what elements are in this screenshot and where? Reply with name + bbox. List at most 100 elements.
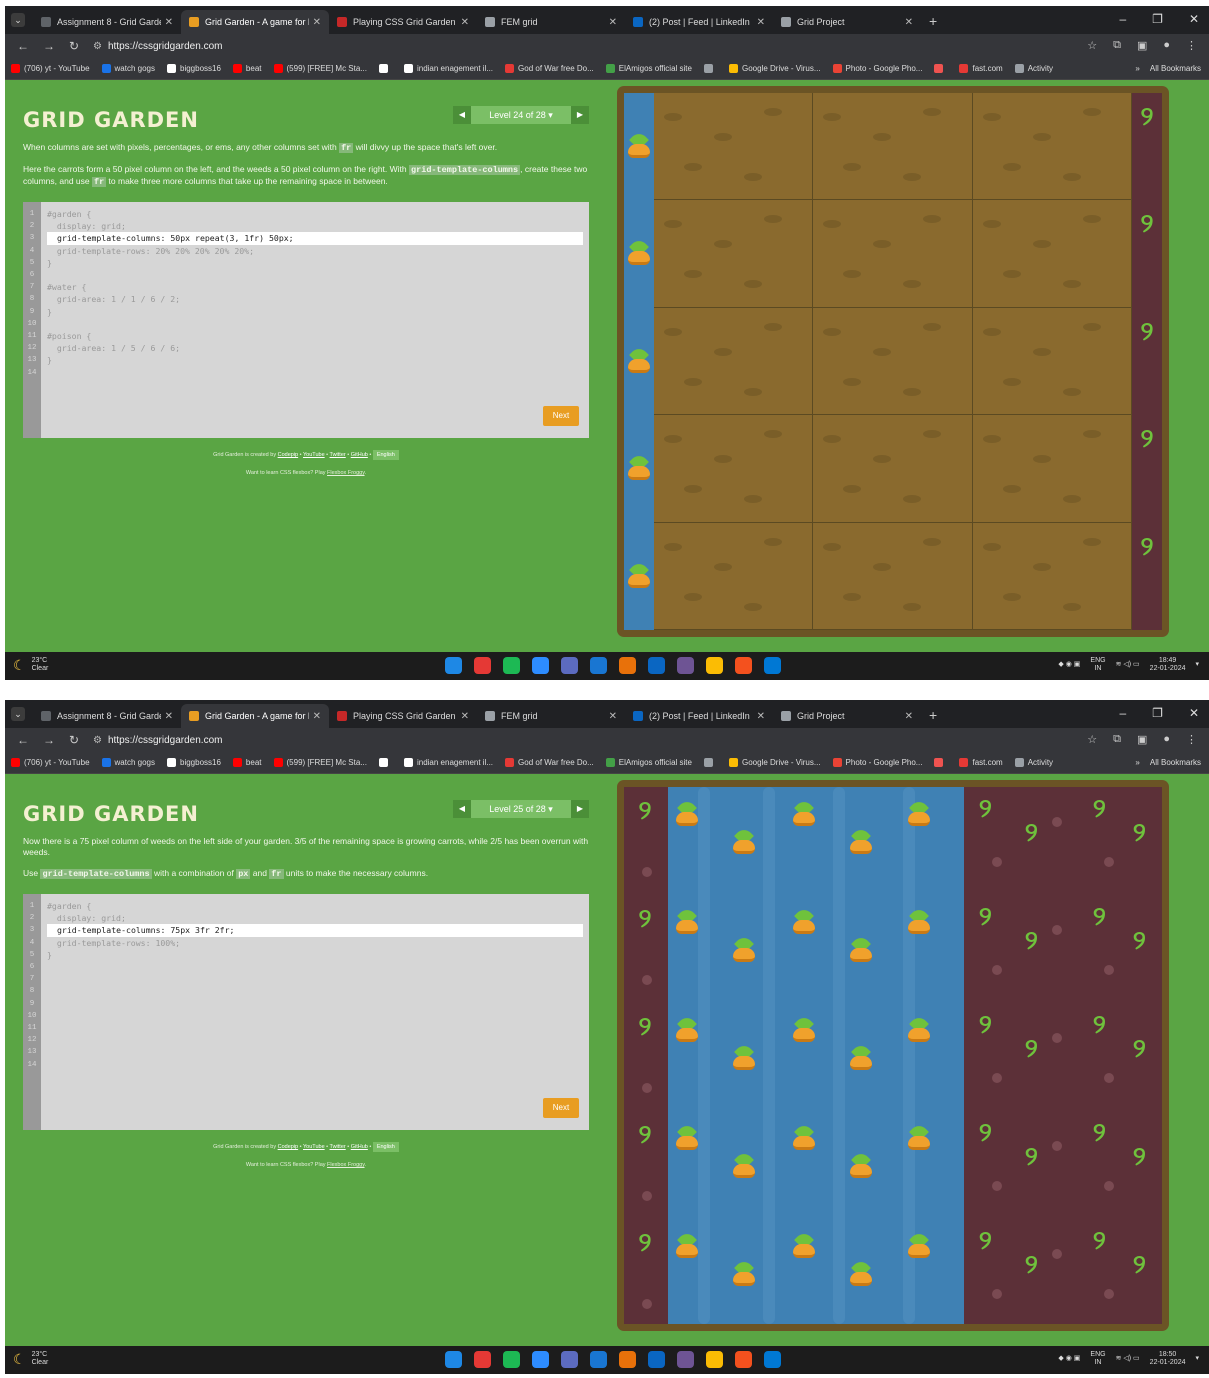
all-bookmarks-button[interactable]: All Bookmarks [1150, 758, 1201, 767]
minimize-icon[interactable]: – [1119, 706, 1126, 720]
bookmark-item[interactable]: biggboss16 [167, 64, 221, 73]
close-window-icon[interactable]: ✕ [1189, 706, 1199, 720]
bookmark-item[interactable]: fast.com [959, 758, 1003, 767]
reload-icon[interactable]: ↻ [69, 733, 83, 747]
zoom-icon[interactable] [532, 1351, 549, 1368]
clock[interactable]: 18:50 22-01-2024 [1150, 1351, 1186, 1367]
bookmark-item[interactable]: Google Drive - Virus... [728, 64, 821, 73]
chrome-alt-icon[interactable] [619, 657, 636, 674]
bookmark-item[interactable]: (599) [FREE] Mc Sta... [273, 64, 367, 73]
github-link[interactable]: GitHub [351, 1144, 368, 1150]
tab-close-icon[interactable]: ✕ [461, 711, 469, 722]
tab-close-icon[interactable]: ✕ [757, 17, 765, 28]
tray-icons[interactable]: ◆ ◉ ▣ [1058, 1355, 1080, 1363]
all-bookmarks-button[interactable]: All Bookmarks [1150, 64, 1201, 73]
restore-icon[interactable]: ❐ [1152, 706, 1163, 720]
bookmark-item[interactable]: beat [232, 758, 262, 767]
browser-tab[interactable]: Grid Project ✕ [773, 704, 921, 728]
app-icon[interactable] [561, 657, 578, 674]
bookmark-item[interactable]: biggboss16 [167, 758, 221, 767]
bookmark-item[interactable]: indian enagement il... [403, 758, 493, 767]
url-field[interactable]: ⚙ https://cssgridgarden.com [93, 37, 222, 55]
chrome-icon[interactable] [706, 657, 723, 674]
chrome-alt-icon[interactable] [619, 1351, 636, 1368]
browser-tab[interactable]: (2) Post | Feed | LinkedIn ✕ [625, 10, 773, 34]
bookmark-item[interactable]: God of War free Do... [505, 758, 594, 767]
reload-icon[interactable]: ↻ [69, 39, 83, 53]
browser-tab[interactable]: (2) Post | Feed | LinkedIn ✕ [625, 704, 773, 728]
input-language[interactable]: ENG IN [1090, 657, 1105, 673]
level-indicator[interactable]: Level 24 of 28 ▾ [489, 110, 553, 121]
sidepanel-icon[interactable]: ▣ [1137, 39, 1147, 52]
minimize-icon[interactable]: – [1119, 12, 1126, 26]
browser-tab[interactable]: Grid Garden - A game for learn ✕ [181, 704, 329, 728]
back-icon[interactable]: ← [17, 39, 31, 53]
level-nav[interactable]: ◀ Level 25 of 28 ▾ ▶ [453, 800, 589, 818]
app-icon[interactable] [561, 1351, 578, 1368]
tab-close-icon[interactable]: ✕ [313, 17, 321, 28]
level-indicator[interactable]: Level 25 of 28 ▾ [489, 804, 553, 815]
steam-icon[interactable] [590, 657, 607, 674]
more-bookmarks-icon[interactable]: » [1135, 758, 1139, 767]
close-window-icon[interactable]: ✕ [1189, 12, 1199, 26]
bookmark-star-icon[interactable]: ☆ [1087, 39, 1097, 52]
new-tab-button[interactable]: + [929, 707, 937, 723]
bookmark-item[interactable]: Photo - Google Pho... [832, 64, 922, 73]
site-info-icon[interactable]: ⚙ [93, 735, 102, 746]
new-tab-button[interactable]: + [929, 13, 937, 29]
windows-start-icon[interactable] [445, 657, 462, 674]
bookmark-item[interactable]: ElAmigos official site [605, 758, 692, 767]
profile-icon[interactable]: ● [1163, 39, 1170, 52]
bookmark-item[interactable]: Activity [1014, 64, 1053, 73]
tab-close-icon[interactable]: ✕ [609, 711, 617, 722]
spotify-icon[interactable] [503, 657, 520, 674]
tab-close-icon[interactable]: ✕ [757, 711, 765, 722]
next-button[interactable]: Next [543, 1098, 579, 1118]
browser-tab[interactable]: FEM grid ✕ [477, 704, 625, 728]
level-nav[interactable]: ◀ Level 24 of 28 ▾ ▶ [453, 106, 589, 124]
figma-icon[interactable] [735, 657, 752, 674]
youtube-link[interactable]: YouTube [303, 452, 325, 458]
browser-tab[interactable]: Assignment 8 - Grid Garden ✕ [33, 704, 181, 728]
bookmark-item[interactable]: indian enagement il... [403, 64, 493, 73]
weather-widget[interactable]: ☾ 23°C Clear [13, 1351, 48, 1367]
tab-search-icon[interactable]: ⌄ [11, 707, 25, 721]
extensions-icon[interactable]: ⧉ [1113, 733, 1121, 746]
prev-level-icon[interactable]: ◀ [453, 106, 471, 124]
bookmark-item[interactable]: Activity [1014, 758, 1053, 767]
forward-icon[interactable]: → [43, 733, 57, 747]
language-select[interactable]: English [372, 450, 399, 460]
menu-icon[interactable]: ⋮ [1186, 39, 1197, 52]
browser-tab[interactable]: Assignment 8 - Grid Garden ✕ [33, 10, 181, 34]
notification-icon[interactable]: ▾ [1195, 661, 1199, 669]
more-bookmarks-icon[interactable]: » [1135, 64, 1139, 73]
browser-tab[interactable]: Grid Project ✕ [773, 10, 921, 34]
language-select[interactable]: English [372, 1142, 399, 1152]
profile-icon[interactable]: ● [1163, 733, 1170, 746]
zoom-icon[interactable] [532, 657, 549, 674]
bookmark-item[interactable]: ElAmigos official site [605, 64, 692, 73]
twitter-link[interactable]: Twitter [330, 1144, 346, 1150]
bookmark-item[interactable]: watch gogs [101, 64, 155, 73]
browser-tab[interactable]: Playing CSS Grid Garden with A ✕ [329, 10, 477, 34]
bookmark-item[interactable]: fast.com [959, 64, 1003, 73]
steam-icon[interactable] [590, 1351, 607, 1368]
bookmark-star-icon[interactable]: ☆ [1087, 733, 1097, 746]
next-button[interactable]: Next [543, 406, 579, 426]
network-volume-battery-icons[interactable]: ≋ ◁) ▭ [1116, 1355, 1140, 1363]
youtube-link[interactable]: YouTube [303, 1144, 325, 1150]
opera-icon[interactable] [474, 1351, 491, 1368]
bookmark-item[interactable]: (706) yt - YouTube [11, 758, 90, 767]
bookmark-item[interactable] [378, 64, 392, 73]
linkedin-icon[interactable] [648, 1351, 665, 1368]
froggy-link[interactable]: Flexbox Froggy [327, 470, 365, 476]
figma-icon[interactable] [735, 1351, 752, 1368]
tab-close-icon[interactable]: ✕ [905, 17, 913, 28]
sidepanel-icon[interactable]: ▣ [1137, 733, 1147, 746]
bookmark-item[interactable] [378, 758, 392, 767]
vscode-icon[interactable] [764, 657, 781, 674]
vscode-icon[interactable] [764, 1351, 781, 1368]
css-input[interactable]: grid-template-columns: 50px repeat(3, 1f… [47, 232, 583, 245]
linkedin-icon[interactable] [648, 657, 665, 674]
prev-level-icon[interactable]: ◀ [453, 800, 471, 818]
